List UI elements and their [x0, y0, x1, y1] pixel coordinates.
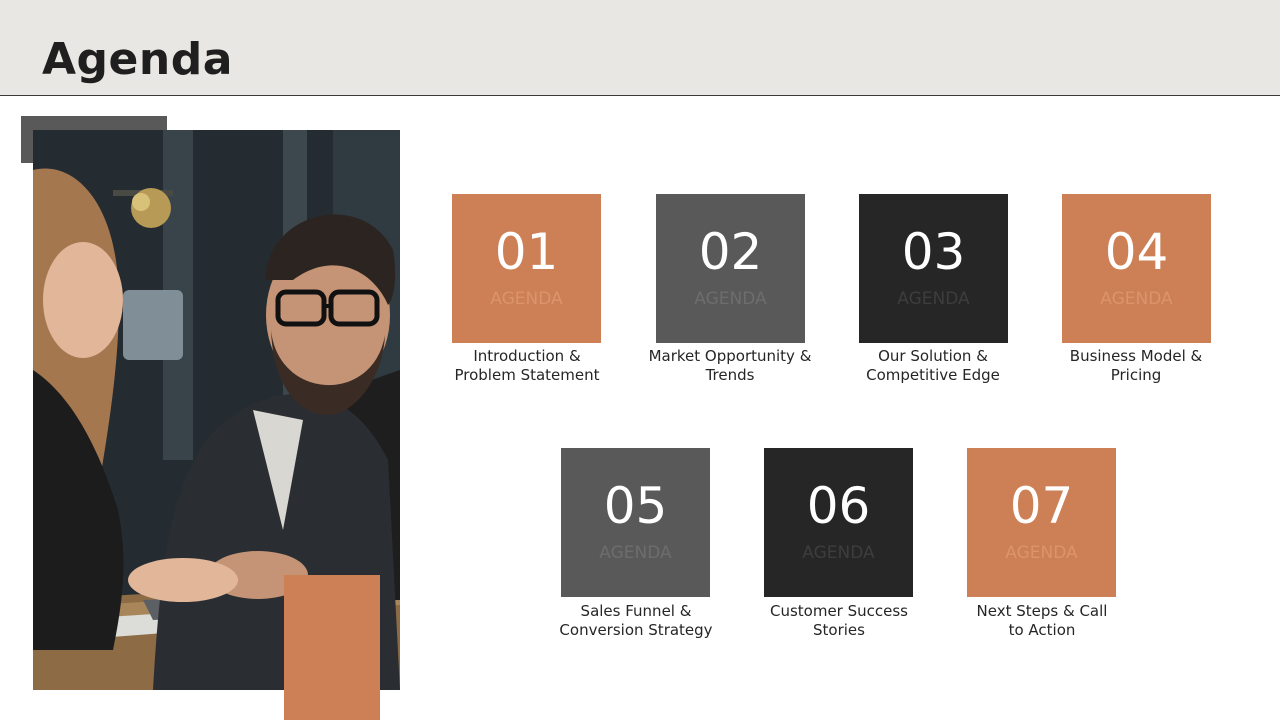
agenda-label: AGENDA [802, 543, 875, 563]
slide-header: Agenda [0, 0, 1280, 96]
agenda-tile-05: 05 AGENDA [561, 448, 710, 597]
caption-line: Customer Success [769, 602, 908, 620]
agenda-caption-01: Introduction & Problem Statement [427, 347, 627, 385]
caption-line: Pricing [1110, 366, 1162, 384]
decorative-orange-block [284, 575, 380, 720]
agenda-number: 01 [494, 223, 559, 281]
agenda-caption-02: Market Opportunity & Trends [630, 347, 830, 385]
slide-title: Agenda [42, 34, 233, 85]
agenda-label: AGENDA [599, 543, 672, 563]
agenda-number: 06 [806, 477, 871, 535]
caption-line: Our Solution & [878, 347, 988, 365]
agenda-label: AGENDA [897, 289, 970, 309]
agenda-tile-06: 06 AGENDA [764, 448, 913, 597]
agenda-tile-01: 01 AGENDA [452, 194, 601, 343]
agenda-number: 03 [901, 223, 966, 281]
caption-line: Business Model & [1069, 347, 1203, 365]
agenda-label: AGENDA [1005, 543, 1078, 563]
caption-line: to Action [1008, 621, 1076, 639]
caption-line: Competitive Edge [866, 366, 1000, 384]
caption-line: Trends [705, 366, 755, 384]
agenda-number: 04 [1104, 223, 1169, 281]
caption-line: Introduction & [473, 347, 581, 365]
caption-line: Stories [813, 621, 865, 639]
caption-line: Problem Statement [454, 366, 600, 384]
agenda-tile-07: 07 AGENDA [967, 448, 1116, 597]
agenda-caption-06: Customer Success Stories [739, 602, 939, 640]
agenda-tile-04: 04 AGENDA [1062, 194, 1211, 343]
agenda-caption-03: Our Solution & Competitive Edge [833, 347, 1033, 385]
agenda-label: AGENDA [1100, 289, 1173, 309]
agenda-label: AGENDA [490, 289, 563, 309]
caption-line: Sales Funnel & [580, 602, 692, 620]
agenda-caption-04: Business Model & Pricing [1036, 347, 1236, 385]
agenda-caption-05: Sales Funnel & Conversion Strategy [536, 602, 736, 640]
caption-line: Market Opportunity & [648, 347, 812, 365]
agenda-number: 05 [603, 477, 668, 535]
agenda-label: AGENDA [694, 289, 767, 309]
agenda-tile-03: 03 AGENDA [859, 194, 1008, 343]
caption-line: Conversion Strategy [559, 621, 713, 639]
agenda-caption-07: Next Steps & Call to Action [942, 602, 1142, 640]
agenda-number: 02 [698, 223, 763, 281]
agenda-tile-02: 02 AGENDA [656, 194, 805, 343]
agenda-number: 07 [1009, 477, 1074, 535]
caption-line: Next Steps & Call [976, 602, 1108, 620]
